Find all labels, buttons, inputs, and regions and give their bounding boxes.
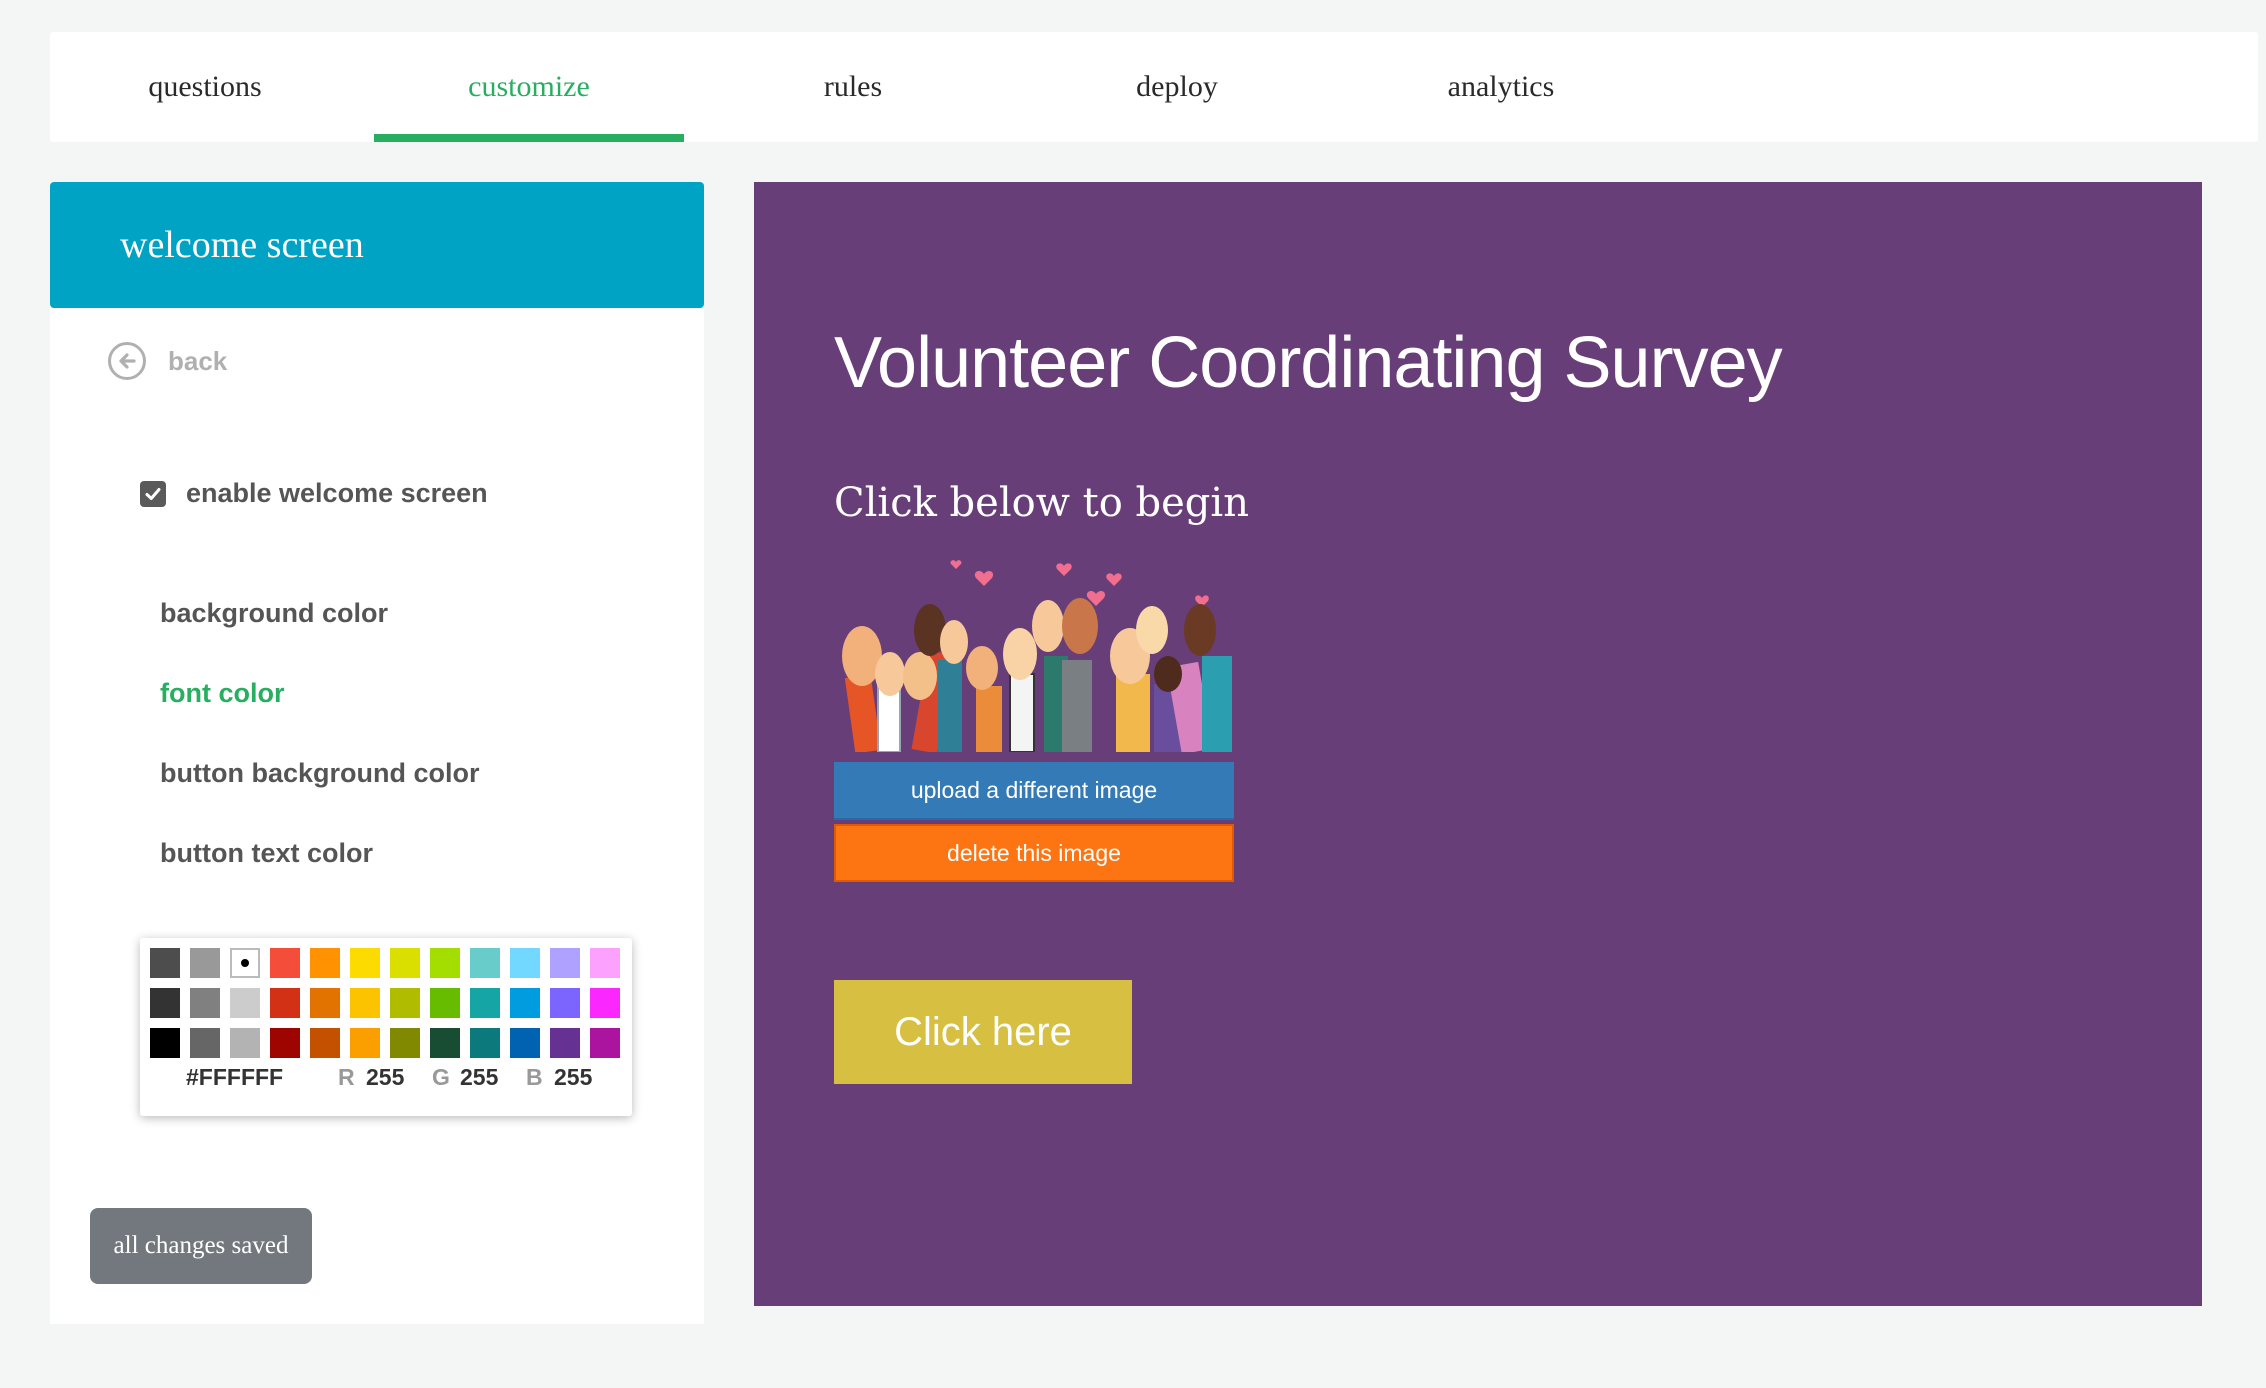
color-swatch[interactable] [590, 948, 620, 978]
delete-image-label: delete this image [947, 839, 1121, 866]
color-swatch[interactable] [150, 988, 180, 1018]
color-swatch[interactable] [470, 948, 500, 978]
color-swatch[interactable] [430, 988, 460, 1018]
color-swatch[interactable] [470, 988, 500, 1018]
back-arrow-icon [108, 342, 146, 380]
b-value[interactable]: 255 [554, 1064, 592, 1091]
color-swatch[interactable] [350, 988, 380, 1018]
color-swatch[interactable] [470, 1028, 500, 1058]
r-value[interactable]: 255 [366, 1064, 404, 1091]
enable-welcome-row: enable welcome screen [140, 478, 488, 509]
raised-hands-illustration [842, 560, 1232, 752]
color-swatch[interactable] [190, 1028, 220, 1058]
survey-subtitle: Click below to begin [834, 480, 1249, 526]
back-label: back [168, 345, 228, 376]
color-swatch[interactable] [590, 988, 620, 1018]
color-swatch[interactable] [190, 988, 220, 1018]
color-swatch[interactable] [270, 988, 300, 1018]
start-survey-label: Click here [894, 1009, 1072, 1054]
top-tab-bar: questions customize rules deploy analyti… [50, 32, 2258, 142]
color-swatch[interactable] [230, 948, 260, 978]
tab-analytics[interactable]: analytics [1346, 32, 1656, 142]
color-swatch[interactable] [510, 988, 540, 1018]
customize-sidebar: welcome screen back enable welcome scree… [50, 182, 704, 1324]
save-status-badge: all changes saved [90, 1208, 312, 1284]
g-value[interactable]: 255 [460, 1064, 498, 1091]
tab-questions[interactable]: questions [50, 32, 360, 142]
color-swatch[interactable] [270, 1028, 300, 1058]
upload-image-label: upload a different image [910, 776, 1158, 803]
option-button-background-color[interactable]: button background color [160, 758, 479, 789]
color-swatch[interactable] [550, 1028, 580, 1058]
option-font-color[interactable]: font color [160, 678, 284, 709]
b-channel-label: B [526, 1064, 543, 1090]
checkmark-icon [145, 487, 161, 500]
g-channel-label: G [432, 1064, 450, 1090]
save-status-label: all changes saved [113, 1232, 289, 1259]
enable-welcome-checkbox[interactable] [140, 480, 166, 507]
color-values: #FFFFFF R 255 G 255 B 255 [140, 1064, 632, 1098]
color-swatch[interactable] [150, 1028, 180, 1058]
color-swatch[interactable] [390, 988, 420, 1018]
color-swatch[interactable] [190, 948, 220, 978]
color-swatch[interactable] [150, 948, 180, 978]
color-swatch[interactable] [310, 948, 340, 978]
tab-rules[interactable]: rules [698, 32, 1008, 142]
sidebar-title: welcome screen [120, 224, 364, 266]
option-background-color[interactable]: background color [160, 598, 388, 629]
color-swatch[interactable] [270, 948, 300, 978]
color-swatch[interactable] [430, 1028, 460, 1058]
color-swatch[interactable] [310, 1028, 340, 1058]
upload-image-button[interactable]: upload a different image [834, 762, 1234, 820]
enable-welcome-label: enable welcome screen [186, 478, 488, 508]
option-button-text-color[interactable]: button text color [160, 838, 373, 869]
color-swatch[interactable] [430, 948, 460, 978]
swatch-grid [150, 948, 620, 1058]
color-swatch[interactable] [350, 1028, 380, 1058]
color-swatch[interactable] [590, 1028, 620, 1058]
sidebar-header: welcome screen [50, 182, 704, 308]
color-swatch[interactable] [550, 988, 580, 1018]
welcome-preview: Volunteer Coordinating Survey Click belo… [754, 182, 2202, 1306]
hex-value[interactable]: #FFFFFF [186, 1064, 283, 1091]
delete-image-button[interactable]: delete this image [834, 824, 1234, 882]
color-swatch[interactable] [510, 1028, 540, 1058]
color-swatch[interactable] [390, 1028, 420, 1058]
tab-deploy[interactable]: deploy [1022, 32, 1332, 142]
start-survey-button[interactable]: Click here [834, 980, 1132, 1084]
tab-customize[interactable]: customize [374, 32, 684, 142]
welcome-image [834, 556, 1234, 752]
color-swatch[interactable] [510, 948, 540, 978]
back-button[interactable]: back [108, 342, 227, 380]
color-swatch[interactable] [230, 988, 260, 1018]
survey-title: Volunteer Coordinating Survey [834, 323, 1783, 403]
color-picker: #FFFFFF R 255 G 255 B 255 [140, 938, 632, 1116]
r-channel-label: R [338, 1064, 355, 1090]
color-swatch[interactable] [550, 948, 580, 978]
color-swatch[interactable] [230, 1028, 260, 1058]
color-swatch[interactable] [310, 988, 340, 1018]
color-swatch[interactable] [350, 948, 380, 978]
color-swatch[interactable] [390, 948, 420, 978]
